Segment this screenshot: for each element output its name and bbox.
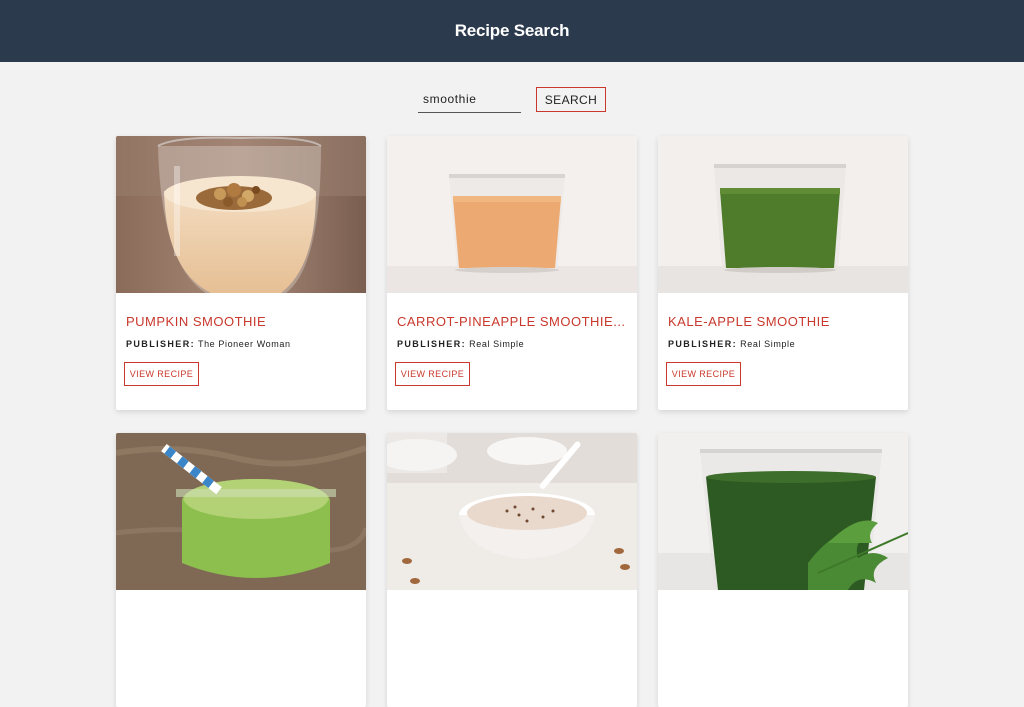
search-input[interactable] [418, 86, 521, 113]
publisher-label: PUBLISHER: [668, 339, 738, 349]
recipe-image[interactable] [658, 136, 908, 293]
view-recipe-button[interactable]: VIEW RECIPE [395, 362, 470, 386]
view-recipe-button[interactable]: VIEW RECIPE [124, 362, 199, 386]
search-button[interactable]: SEARCH [536, 87, 606, 112]
view-recipe-button[interactable]: VIEW RECIPE [666, 362, 741, 386]
recipe-card [658, 433, 908, 707]
recipe-title: KALE-APPLE SMOOTHIE [668, 314, 830, 329]
recipe-card [116, 433, 366, 707]
recipe-title: PUMPKIN SMOOTHIE [126, 314, 267, 329]
search-bar: SEARCH [0, 86, 1024, 113]
page-title: Recipe Search [454, 21, 570, 40]
publisher-name: Real Simple [469, 339, 525, 349]
recipe-image[interactable] [658, 433, 908, 590]
recipe-image[interactable] [387, 136, 637, 293]
recipe-card [387, 433, 637, 707]
publisher-label: PUBLISHER: [126, 339, 196, 349]
recipe-card: CARROT-PINEAPPLE SMOOTHIE... PUBLISHER: … [387, 136, 637, 410]
publisher-name: Real Simple [740, 339, 796, 349]
recipe-publisher: PUBLISHER: The Pioneer Woman [126, 339, 356, 349]
recipe-title: CARROT-PINEAPPLE SMOOTHIE... [397, 314, 626, 329]
recipe-card: KALE-APPLE SMOOTHIE PUBLISHER: Real Simp… [658, 136, 908, 410]
recipe-image[interactable] [116, 433, 366, 590]
app-header: Recipe Search [0, 0, 1024, 62]
publisher-name: The Pioneer Woman [197, 339, 291, 349]
recipe-image[interactable] [116, 136, 366, 293]
recipe-image[interactable] [387, 433, 637, 590]
recipe-grid: PUMPKIN SMOOTHIE PUBLISHER: The Pioneer … [116, 136, 909, 707]
recipe-publisher: PUBLISHER: Real Simple [668, 339, 898, 349]
recipe-publisher: PUBLISHER: Real Simple [397, 339, 627, 349]
publisher-label: PUBLISHER: [397, 339, 467, 349]
recipe-card: PUMPKIN SMOOTHIE PUBLISHER: The Pioneer … [116, 136, 366, 410]
